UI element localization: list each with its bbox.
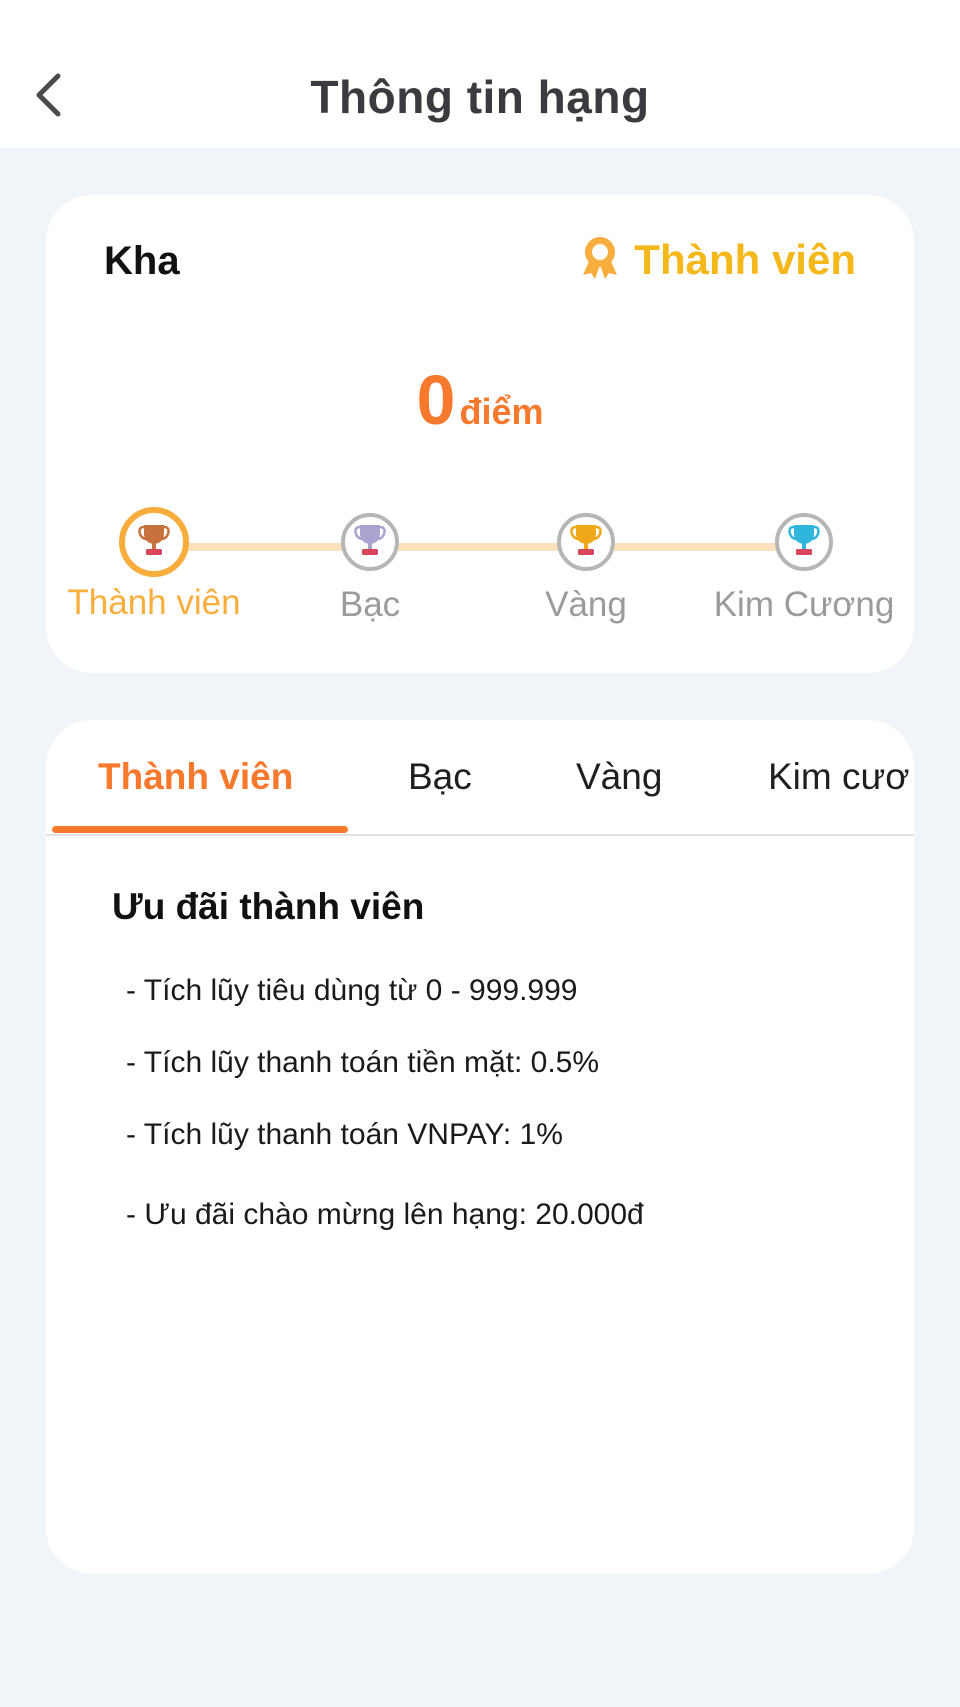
tab-kim-cuong[interactable]: Kim cươ xyxy=(768,756,910,798)
trophy-icon xyxy=(354,523,386,562)
benefit-item: - Tích lũy thanh toán VNPAY: 1% xyxy=(126,1118,563,1151)
benefit-item: - Tích lũy thanh toán tiền mặt: 0.5% xyxy=(126,1046,600,1079)
tab-thanh-vien[interactable]: Thành viên xyxy=(98,756,293,798)
user-name: Kha xyxy=(104,239,180,283)
tier-step-circle xyxy=(119,507,189,577)
benefit-item: - Tích lũy tiêu dùng từ 0 - 999.999 xyxy=(126,974,578,1007)
current-tier-badge: Thành viên xyxy=(580,235,856,284)
tier-step-kim-cuong: Kim Cương xyxy=(704,513,904,625)
page-title: Thông tin hạng xyxy=(310,71,650,123)
tier-step-circle xyxy=(775,513,833,571)
points-value: 0 xyxy=(416,361,456,439)
tier-benefits-card: Thành viên Bạc Vàng Kim cươ Ưu đãi thành… xyxy=(46,720,914,1574)
tab-bac[interactable]: Bạc xyxy=(408,756,472,798)
active-tab-indicator xyxy=(52,826,348,833)
tier-step-thanh-vien: Thành viên xyxy=(54,507,254,623)
current-tier-label: Thành viên xyxy=(634,235,856,283)
trophy-icon xyxy=(788,523,820,562)
tier-step-label: Bạc xyxy=(339,585,401,624)
tier-step-vang: Vàng xyxy=(486,513,686,625)
tier-step-label: Vàng xyxy=(545,585,627,624)
tier-summary-card: Kha Thành viên 0 điểm Thành viên Bạc Vàng K… xyxy=(46,195,914,673)
benefits-heading: Ưu đãi thành viên xyxy=(112,886,425,927)
benefit-item: - Ưu đãi chào mừng lên hạng: 20.000đ xyxy=(126,1198,644,1231)
trophy-icon xyxy=(138,523,170,562)
points-unit: điểm xyxy=(459,391,544,432)
tier-step-circle xyxy=(341,513,399,571)
tier-step-label: Kim Cương xyxy=(713,585,895,624)
medal-ribbon-icon xyxy=(580,235,620,284)
tier-step-label: Thành viên xyxy=(67,583,241,622)
top-bar: Thông tin hạng xyxy=(0,0,960,148)
trophy-icon xyxy=(570,523,602,562)
tier-tabs: Thành viên Bạc Vàng Kim cươ xyxy=(46,720,914,836)
tab-vang[interactable]: Vàng xyxy=(576,756,662,798)
tier-step-circle xyxy=(557,513,615,571)
points-display: 0 điểm xyxy=(46,365,914,435)
tier-step-bac: Bạc xyxy=(270,513,470,625)
